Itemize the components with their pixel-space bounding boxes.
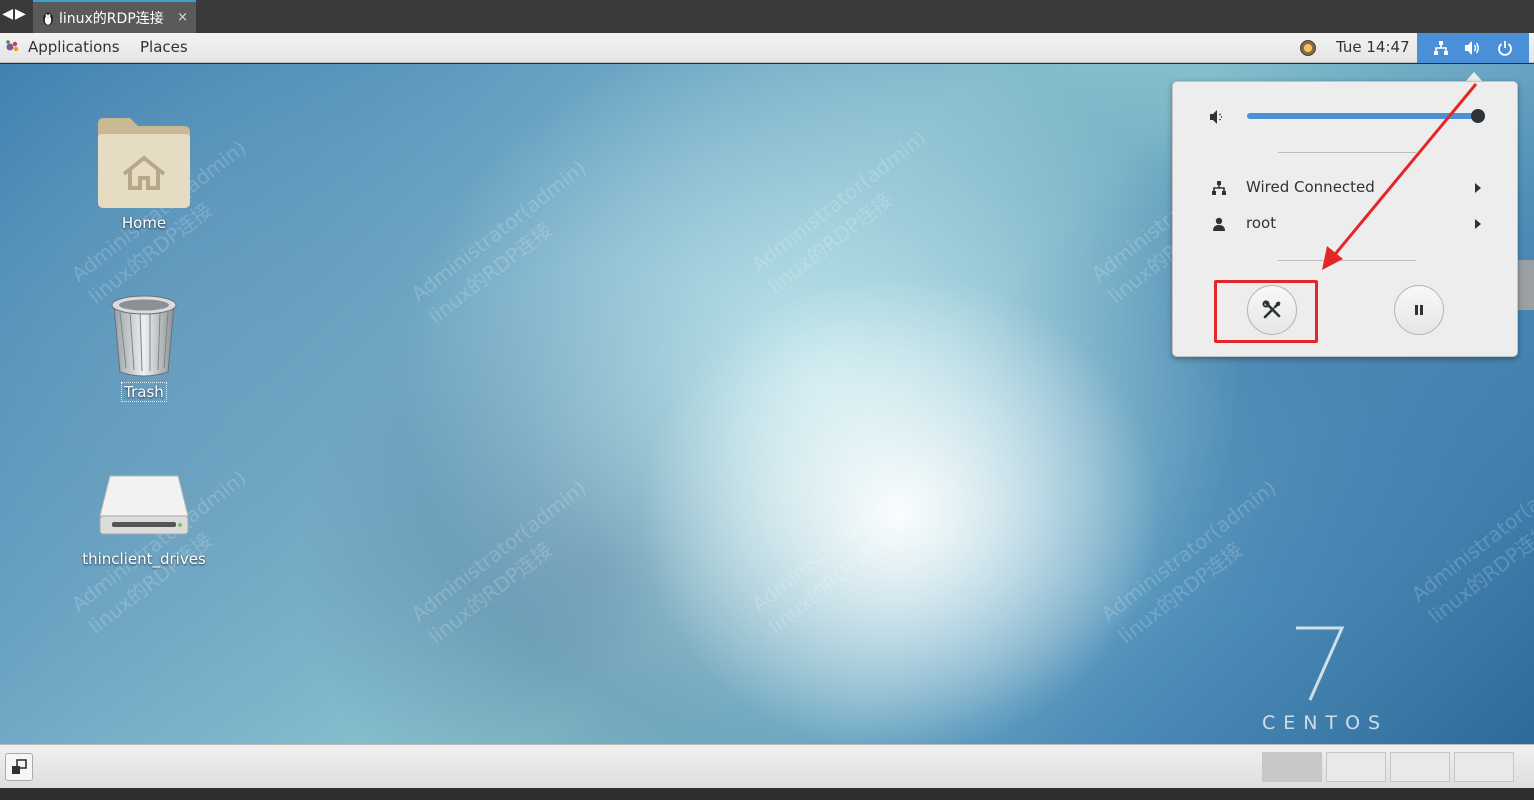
centos-logo-text: CENTOS: [1262, 712, 1389, 734]
chevron-right-icon: [1475, 183, 1481, 193]
pause-button[interactable]: [1394, 285, 1444, 335]
gnome-top-panel: Applications Places Tue 14:47: [0, 33, 1534, 63]
volume-muted-icon[interactable]: [1209, 108, 1227, 126]
volume-slider-fill: [1247, 113, 1479, 119]
watermark: Administrator(admin)linux的RDP连接: [406, 475, 591, 649]
desktop-icon-home[interactable]: Home: [69, 116, 219, 232]
rdp-bottom-edge: [0, 788, 1534, 800]
desktop-icon-label: thinclient_drives: [82, 550, 206, 568]
network-wired-icon: [1433, 41, 1448, 55]
home-folder-icon: [98, 118, 190, 208]
close-icon[interactable]: ×: [177, 10, 188, 25]
power-icon: [1498, 41, 1513, 56]
next-tab-icon[interactable]: ▶: [15, 6, 26, 26]
workspace-2[interactable]: [1326, 752, 1386, 782]
chevron-right-icon: [1475, 219, 1481, 229]
show-desktop-button[interactable]: [5, 753, 33, 781]
watermark: Administrator(admin)linux的RDP连接: [746, 465, 931, 639]
volume-slider[interactable]: [1247, 109, 1486, 123]
menu-item-label: Wired Connected: [1246, 178, 1375, 196]
network-wired-icon: [1212, 181, 1226, 195]
centos-seven-numeral: [1296, 626, 1345, 701]
volume-icon: [1464, 41, 1479, 55]
tab-title: linux的RDP连接: [59, 10, 164, 27]
show-desktop-icon: [12, 759, 27, 774]
desktop-icon-trash[interactable]: Trash: [69, 290, 219, 402]
places-menu[interactable]: Places: [140, 38, 188, 56]
menu-item-wired[interactable]: Wired Connected: [1173, 172, 1517, 204]
clock[interactable]: Tue 14:47: [1336, 38, 1410, 56]
menu-item-label: root: [1246, 214, 1277, 232]
system-menu: Wired Connected root: [1172, 81, 1518, 357]
watermark: Administrator(admin)linux的RDP连接: [746, 125, 931, 299]
user-icon: [1213, 217, 1225, 231]
workspace-4[interactable]: [1454, 752, 1514, 782]
drive-icon: [99, 475, 189, 535]
applications-label: Applications: [28, 38, 120, 56]
desktop-icon-label: Trash: [121, 382, 167, 402]
applications-menu[interactable]: Applications: [4, 38, 120, 56]
trash-icon: [111, 295, 177, 377]
gnome-foot-icon: [6, 40, 19, 52]
centos-logo: CENTOS: [1262, 624, 1392, 744]
tab-nav[interactable]: ◀ ▶: [0, 6, 28, 26]
workspace-3[interactable]: [1390, 752, 1450, 782]
desktop-icon-thinclient-drives[interactable]: thinclient_drives: [69, 464, 219, 568]
tab-rdp-connection[interactable]: linux的RDP连接 ×: [33, 0, 196, 33]
annotation-highlight-box: [1214, 280, 1318, 343]
system-status-area[interactable]: [1417, 33, 1529, 63]
pause-icon: [1415, 305, 1423, 315]
menu-item-user[interactable]: root: [1173, 208, 1517, 240]
linux-penguin-icon: [43, 12, 53, 25]
prev-tab-icon[interactable]: ◀: [2, 6, 13, 26]
rdp-tab-bar: ◀ ▶ linux的RDP连接 ×: [0, 0, 1534, 33]
workspace-1[interactable]: [1262, 752, 1322, 782]
weather-icon[interactable]: [1300, 40, 1316, 56]
separator: [1278, 152, 1416, 153]
volume-slider-handle[interactable]: [1471, 109, 1486, 123]
desktop-icon-label: Home: [121, 214, 167, 232]
watermark: Administrator(admin)linux的RDP连接: [1406, 455, 1534, 629]
separator: [1278, 260, 1416, 261]
watermark: Administrator(admin)linux的RDP连接: [406, 155, 591, 329]
gnome-bottom-panel: [0, 744, 1534, 788]
